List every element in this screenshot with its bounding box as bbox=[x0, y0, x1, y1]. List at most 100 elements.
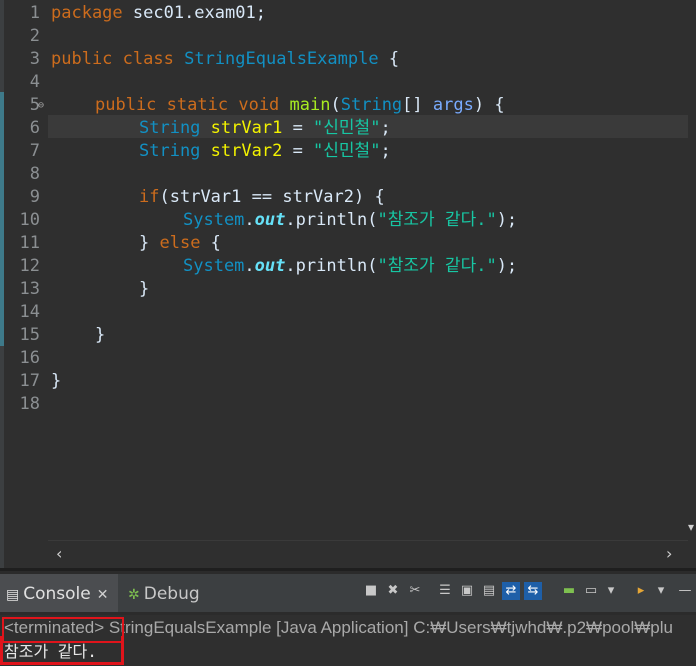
line-number: 10 bbox=[19, 210, 40, 230]
line-number: 14 bbox=[19, 302, 40, 322]
method-call: println bbox=[295, 256, 368, 276]
code-editor[interactable]: 1 2 3 4 5 6 7 8 9 10 11 12 13 14 15 16 1… bbox=[0, 0, 696, 568]
tab-debug-label: Debug bbox=[143, 584, 200, 604]
tab-debug[interactable]: ✲ Debug bbox=[122, 574, 212, 612]
line-number: 4 bbox=[29, 72, 40, 92]
line-number: 16 bbox=[19, 348, 40, 368]
code-text: = bbox=[282, 141, 314, 161]
panel-tab-bar: ▤ Console ✕ ✲ Debug ■ ✖ ✂ ☰ ▣ ▤ ⇄ ⇆ ▬ ▭ ▾ ▸… bbox=[0, 574, 696, 612]
line-number: 13 bbox=[19, 279, 40, 299]
line-number: 3 bbox=[29, 49, 40, 69]
code-text: { bbox=[200, 233, 221, 253]
code-line-10: System.out.println("참조가 같다."); bbox=[183, 209, 517, 232]
code-line-1: package sec01.exam01; bbox=[51, 2, 266, 25]
line-number: 2 bbox=[29, 26, 40, 46]
code-text: ; bbox=[380, 141, 391, 161]
type-name: String bbox=[139, 141, 201, 161]
keyword: public bbox=[51, 49, 113, 69]
close-icon[interactable]: ✕ bbox=[97, 575, 109, 615]
minimize-icon[interactable]: — bbox=[676, 582, 694, 600]
static-field: out bbox=[254, 256, 286, 276]
remove-launch-icon[interactable]: ✖ bbox=[384, 582, 402, 600]
method-call: println bbox=[295, 210, 368, 230]
chevron-down-icon[interactable]: ▾ bbox=[602, 582, 620, 600]
code-line-15: } bbox=[95, 325, 106, 345]
tab-console[interactable]: ▤ Console ✕ bbox=[0, 574, 118, 612]
display-console-icon[interactable]: ▭ bbox=[582, 582, 600, 600]
tab-console-label: Console bbox=[23, 584, 91, 604]
show-stderr-icon[interactable]: ⇆ bbox=[524, 582, 542, 600]
scroll-down-icon[interactable]: ▾ bbox=[688, 520, 694, 534]
code-text: == bbox=[241, 187, 283, 207]
string-literal: "신민철" bbox=[313, 141, 381, 161]
variable: strVar2 bbox=[210, 141, 283, 161]
class-name: System bbox=[183, 210, 245, 230]
code-line-9: if(strVar1 == strVar2) { bbox=[139, 186, 385, 209]
line-number: 9 bbox=[29, 187, 40, 207]
line-number: 17 bbox=[19, 371, 40, 391]
scroll-right-icon[interactable]: › bbox=[666, 544, 672, 563]
terminate-icon[interactable]: ■ bbox=[362, 582, 380, 600]
line-number: 11 bbox=[19, 233, 40, 253]
keyword: class bbox=[122, 49, 174, 69]
keyword: if bbox=[139, 187, 160, 207]
launch-description: StringEqualsExample [Java Application] C… bbox=[104, 618, 673, 637]
type-name: String bbox=[340, 95, 403, 115]
variable-ref: strVar2 bbox=[282, 187, 354, 207]
code-text: } bbox=[139, 233, 160, 253]
code-text: . bbox=[244, 256, 255, 276]
static-field: out bbox=[254, 210, 286, 230]
word-wrap-icon[interactable]: ▤ bbox=[480, 582, 498, 600]
method-name: main bbox=[289, 95, 331, 115]
code-text: [] bbox=[402, 95, 433, 115]
keyword: public bbox=[95, 95, 157, 115]
fold-toggle-icon[interactable]: ⊖ bbox=[38, 101, 48, 111]
code-text: . bbox=[285, 256, 296, 276]
scroll-lock-icon[interactable]: ▣ bbox=[458, 582, 476, 600]
code-line-11: } else { bbox=[139, 232, 221, 255]
line-number: 12 bbox=[19, 256, 40, 276]
code-text: ) { bbox=[473, 95, 505, 115]
scroll-left-icon[interactable]: ‹ bbox=[56, 544, 62, 563]
code-text: ( bbox=[367, 256, 378, 276]
code-line-3: public class StringEqualsExample { bbox=[51, 48, 399, 71]
line-number: 1 bbox=[29, 3, 40, 23]
pin-console-icon[interactable]: ▬ bbox=[560, 582, 578, 600]
line-number: 8 bbox=[29, 164, 40, 184]
code-line-13: } bbox=[139, 279, 150, 299]
code-line-17: } bbox=[51, 371, 62, 391]
line-number: 5 bbox=[29, 95, 40, 115]
horizontal-scrollbar[interactable]: ‹ › bbox=[48, 540, 688, 567]
code-line-5: public static void main(String[] args) { bbox=[95, 94, 505, 117]
code-text: ( bbox=[367, 210, 378, 230]
bug-icon: ✲ bbox=[128, 587, 140, 603]
parameter: args bbox=[432, 95, 474, 115]
class-name: System bbox=[183, 256, 245, 276]
string-literal: "신민철" bbox=[313, 118, 381, 138]
code-text: . bbox=[285, 210, 296, 230]
code-text: ) { bbox=[354, 187, 385, 207]
console-panel: ▤ Console ✕ ✲ Debug ■ ✖ ✂ ☰ ▣ ▤ ⇄ ⇆ ▬ ▭ ▾ ▸… bbox=[0, 568, 696, 666]
line-number: 7 bbox=[29, 141, 40, 161]
code-text: ( bbox=[159, 187, 170, 207]
type-name: String bbox=[139, 118, 201, 138]
keyword: static bbox=[166, 95, 229, 115]
remove-all-icon[interactable]: ✂ bbox=[406, 582, 424, 600]
code-line-6: String strVar1 = "신민철"; bbox=[139, 117, 391, 140]
keyword: package bbox=[51, 3, 123, 23]
keyword: else bbox=[159, 233, 201, 253]
console-icon: ▤ bbox=[6, 587, 20, 603]
code-lines[interactable]: package sec01.exam01; public class Strin… bbox=[48, 0, 688, 540]
line-number-gutter: 1 2 3 4 5 6 7 8 9 10 11 12 13 14 15 16 1… bbox=[4, 0, 48, 540]
code-text: ); bbox=[496, 256, 518, 276]
code-text: = bbox=[282, 118, 314, 138]
code-line-12: System.out.println("참조가 같다."); bbox=[183, 255, 517, 278]
code-text: . bbox=[244, 210, 255, 230]
code-text: sec01.exam01; bbox=[122, 3, 266, 23]
chevron-down-icon[interactable]: ▾ bbox=[652, 582, 670, 600]
clear-console-icon[interactable]: ☰ bbox=[436, 582, 454, 600]
code-text: ( bbox=[330, 95, 341, 115]
show-stdout-icon[interactable]: ⇄ bbox=[502, 582, 520, 600]
open-console-icon[interactable]: ▸ bbox=[632, 582, 650, 600]
code-line-7: String strVar2 = "신민철"; bbox=[139, 140, 391, 163]
